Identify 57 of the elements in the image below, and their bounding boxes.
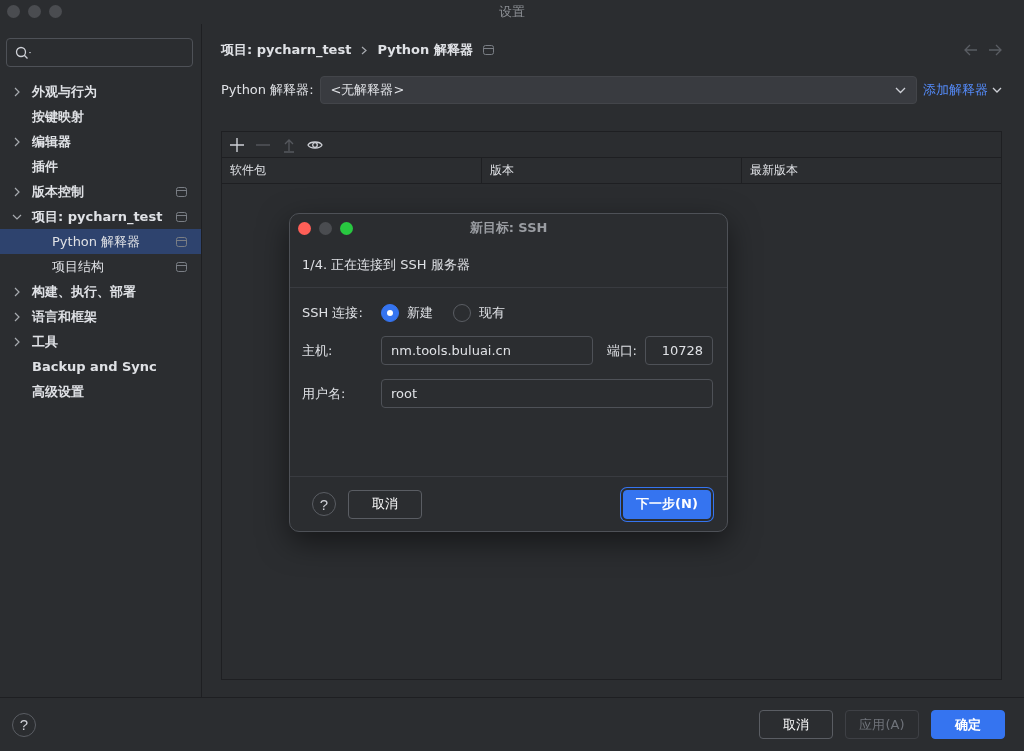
sidebar-item[interactable]: 外观与行为 [0,79,201,104]
scope-icon [176,236,187,247]
port-field[interactable]: 10728 [645,336,713,365]
username-field[interactable]: root [381,379,713,408]
scope-icon [176,261,187,272]
sidebar-item[interactable]: 版本控制 [0,179,201,204]
interpreter-dropdown[interactable]: <无解释器> [319,76,917,104]
breadcrumb-item[interactable]: 项目: pycharn_test [221,41,352,59]
window-control[interactable] [340,222,353,235]
field-label: SSH 连接: [302,304,364,322]
field-label: 主机: [302,341,334,360]
chevron-right-icon[interactable] [12,311,22,322]
sidebar-item[interactable]: 项目结构 [0,254,201,279]
sidebar-item[interactable]: Python 解释器 [0,229,201,254]
chevron-right-icon[interactable] [12,136,22,147]
chevron-right-icon[interactable] [12,286,22,297]
sidebar-item[interactable]: 构建、执行、部署 [0,279,201,304]
chevron-right-icon[interactable] [12,186,22,197]
chevron-right-icon [361,45,368,55]
sidebar-item[interactable]: 语言和框架 [0,304,201,329]
scope-icon [482,45,494,55]
column-header[interactable]: 软件包 [222,158,481,183]
dialog-title: 新目标: SSH [469,219,548,237]
column-header[interactable]: 版本 [481,158,741,183]
radio-button[interactable] [381,304,399,322]
plus-icon[interactable] [228,135,246,154]
confirm-button[interactable]: 确定 [931,710,1005,739]
search-icon [15,45,33,60]
step-title: 1/4. 正在连接到 SSH 服务器 [290,242,727,288]
scope-icon [176,211,187,222]
search-field[interactable] [6,38,193,67]
add-interpreter-link[interactable]: 添加解释器 [923,81,1002,99]
footer-button[interactable]: 取消 [759,710,833,739]
sidebar-item[interactable]: Backup and Sync [0,354,201,379]
cancel-button[interactable]: 取消 [348,489,422,519]
chevron-down-icon [895,86,906,94]
sidebar-item[interactable]: 工具 [0,329,201,354]
chevron-right-icon[interactable] [12,336,22,347]
radio-option[interactable]: 新建 [381,304,433,322]
sidebar-item[interactable]: 按键映射 [0,104,201,129]
radio-option[interactable]: 现有 [453,304,505,322]
window-control[interactable] [298,222,311,235]
field-label: 用户名: [302,384,347,403]
scope-icon [176,186,187,197]
sidebar-item[interactable]: 高级设置 [0,379,201,404]
chevron-down-icon [992,86,1002,94]
host-field[interactable]: nm.tools.buluai.cn [381,336,593,365]
sidebar-item[interactable]: 插件 [0,154,201,179]
next-button[interactable]: 下一步(N) [623,489,711,519]
breadcrumb-item[interactable]: Python 解释器 [377,41,473,59]
column-header[interactable]: 最新版本 [741,158,1001,183]
window-title: 设置 [499,3,525,21]
sidebar-item[interactable]: 编辑器 [0,129,201,154]
chevron-right-icon[interactable] [12,86,22,97]
sidebar-item[interactable]: 项目: pycharn_test [0,204,201,229]
field-label: Python 解释器: [221,81,314,99]
field-label: 端口: [606,341,637,360]
